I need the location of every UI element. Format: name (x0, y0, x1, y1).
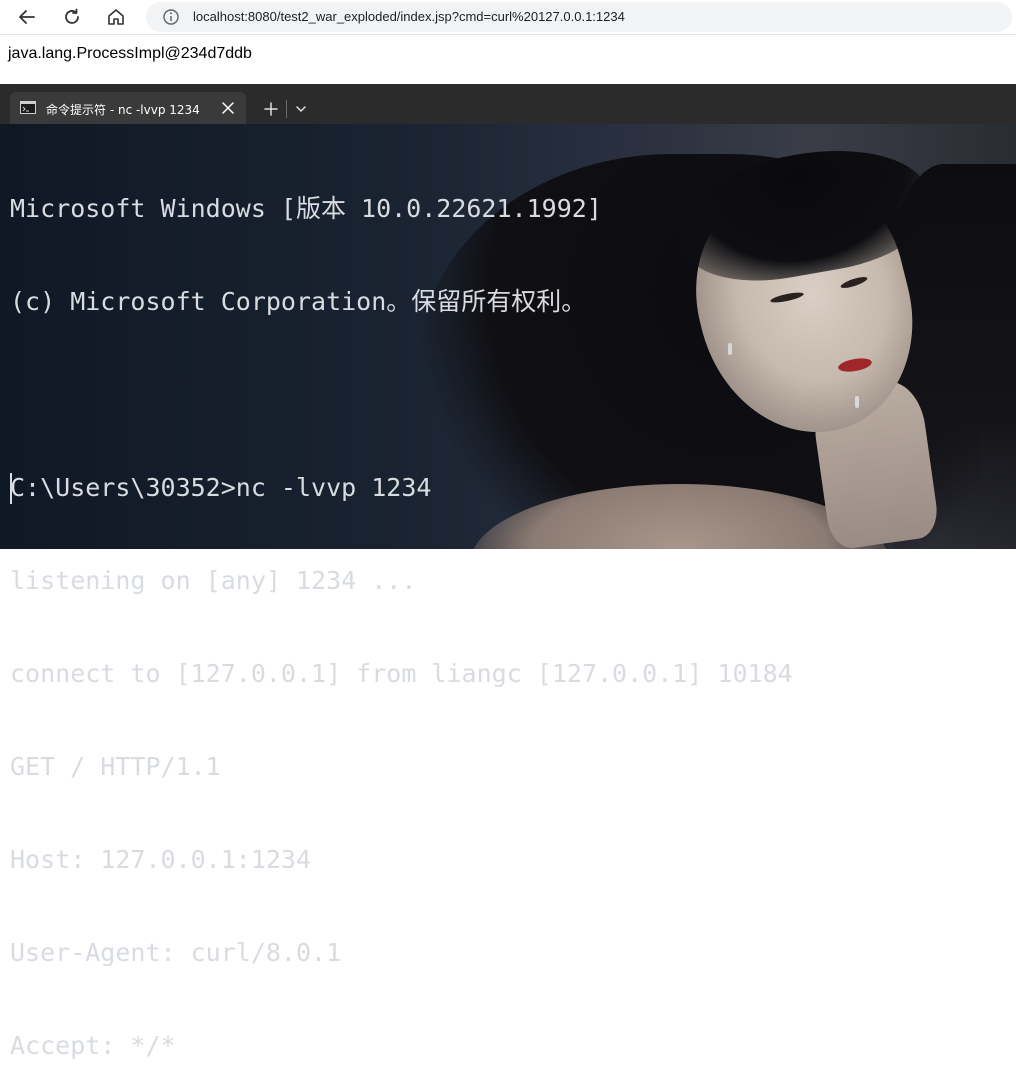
terminal-line: Accept: */* (10, 1031, 176, 1060)
terminal-line: (c) Microsoft Corporation。保留所有权利。 (10, 287, 587, 316)
terminal-cursor (10, 473, 12, 504)
refresh-icon (65, 8, 79, 24)
terminal-tab-title: 命令提示符 - nc -lvvp 1234 (46, 103, 200, 117)
terminal-line: Microsoft Windows [版本 10.0.22621.1992] (10, 194, 602, 223)
browser-toolbar: localhost:8080/test2_war_exploded/index.… (0, 0, 1016, 35)
terminal-line: connect to [127.0.0.1] from liangc [127.… (10, 659, 793, 688)
address-bar[interactable]: localhost:8080/test2_war_exploded/index.… (146, 2, 1012, 32)
terminal-tabstrip: 命令提示符 - nc -lvvp 1234 (0, 84, 1016, 124)
info-circle-icon[interactable] (162, 8, 180, 26)
terminal-tab[interactable]: 命令提示符 - nc -lvvp 1234 (10, 92, 246, 124)
terminal-line: C:\Users\30352>nc -lvvp 1234 (10, 473, 432, 502)
terminal-output[interactable]: Microsoft Windows [版本 10.0.22621.1992] (… (10, 131, 793, 1092)
arrow-left-icon (19, 10, 35, 24)
terminal-line: Host: 127.0.0.1:1234 (10, 845, 312, 874)
terminal-line: User-Agent: curl/8.0.1 (10, 938, 342, 967)
page-output-text: java.lang.ProcessImpl@234d7ddb (8, 45, 252, 62)
refresh-button[interactable] (58, 3, 86, 31)
terminal-line: listening on [any] 1234 ... (10, 566, 417, 595)
home-icon (108, 9, 124, 25)
artwork-earring (855, 396, 859, 408)
back-button[interactable] (13, 3, 41, 31)
url-text[interactable]: localhost:8080/test2_war_exploded/index.… (193, 9, 625, 24)
close-icon[interactable] (220, 100, 236, 116)
cmd-icon (20, 101, 36, 114)
tab-divider (286, 100, 287, 118)
home-button[interactable] (102, 3, 130, 31)
plus-icon[interactable] (262, 100, 280, 118)
terminal-line: GET / HTTP/1.1 (10, 752, 221, 781)
chevron-down-icon[interactable] (294, 102, 308, 116)
